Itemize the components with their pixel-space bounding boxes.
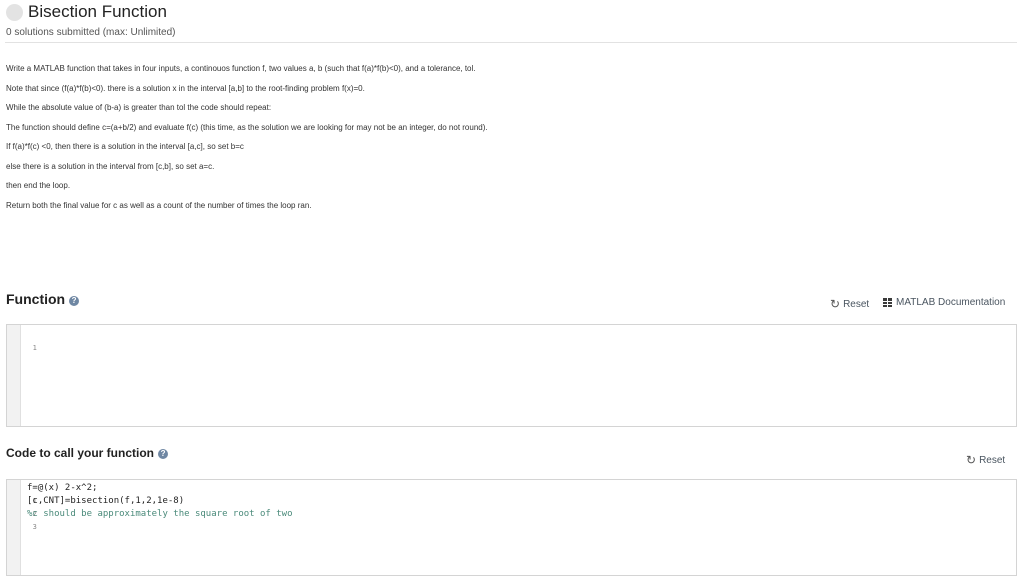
description-line: Note that since (f(a)*f(b)<0). there is … — [6, 83, 365, 93]
code-text: f=@(x) 2-x^2; — [27, 483, 98, 493]
description-line: Return both the final value for c as wel… — [6, 200, 312, 210]
description-line: The function should define c=(a+b/2) and… — [6, 122, 488, 132]
documentation-label: MATLAB Documentation — [896, 297, 1006, 308]
status-circle-icon — [6, 4, 23, 21]
problem-description: Write a MATLAB function that takes in fo… — [6, 64, 1006, 220]
reset-label: Reset — [979, 454, 1006, 466]
code-comment: %c should be approximately the square ro… — [27, 509, 293, 519]
code-text: [c,CNT]=bisection(f,1,2,1e-8) — [27, 496, 185, 506]
matlab-documentation-link[interactable]: MATLAB Documentation — [883, 297, 1005, 308]
page-title: Bisection Function — [28, 2, 167, 21]
description-line: Write a MATLAB function that takes in fo… — [6, 64, 476, 73]
reset-icon: ↻ — [966, 453, 977, 467]
line-number: 1 — [32, 344, 37, 352]
documentation-icon — [883, 298, 892, 307]
submission-count: 0 solutions submitted (max: Unlimited) — [6, 27, 176, 38]
line-number: 3 — [32, 523, 37, 531]
code-line: 1 — [7, 329, 41, 352]
code-line: 1 f=@(x) 2-x^2; — [7, 482, 97, 505]
function-section-title: Function? — [6, 291, 80, 307]
reset-icon: ↻ — [830, 297, 841, 311]
description-line: then end the loop. — [6, 181, 71, 190]
help-icon[interactable]: ? — [158, 449, 169, 459]
call-reset-button[interactable]: ↻ Reset — [966, 453, 1005, 467]
code-line: 2 [c,CNT]=bisection(f,1,2,1e-8) — [7, 495, 184, 518]
reset-label: Reset — [843, 298, 870, 310]
header-divider — [5, 42, 1017, 43]
description-line: If f(a)*f(c) <0, then there is a solutio… — [6, 142, 244, 151]
function-code-editor[interactable]: 1 — [6, 324, 1017, 427]
code-line: 3 %c should be approximately the square … — [7, 508, 293, 531]
description-line: While the absolute value of (b-a) is gre… — [6, 103, 272, 112]
call-code-editor[interactable]: 1 f=@(x) 2-x^2; 2 [c,CNT]=bisection(f,1,… — [6, 479, 1017, 576]
call-section-title: Code to call your function? — [6, 446, 169, 460]
function-reset-button[interactable]: ↻ Reset — [830, 297, 869, 311]
help-icon[interactable]: ? — [69, 296, 80, 306]
call-title-label: Code to call your function — [6, 446, 155, 460]
function-title-label: Function — [6, 291, 66, 307]
description-line: else there is a solution in the interval… — [6, 161, 215, 171]
